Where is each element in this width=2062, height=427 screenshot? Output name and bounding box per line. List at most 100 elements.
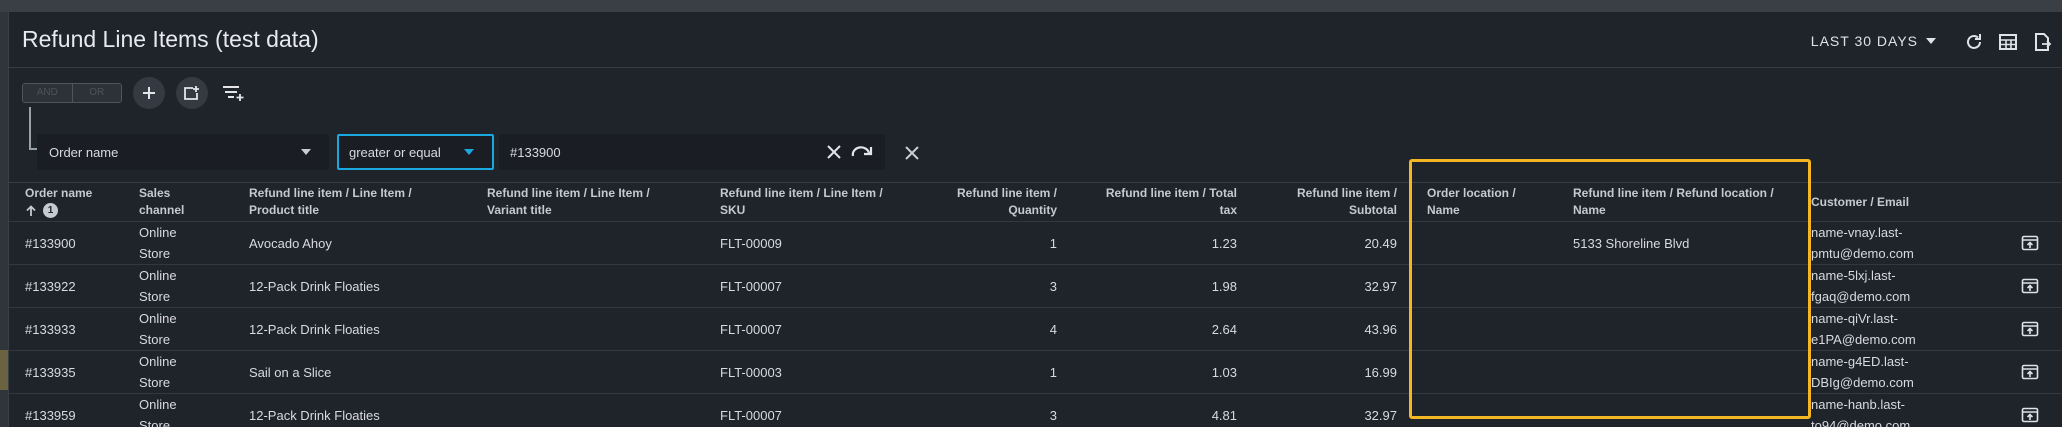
and-or-toggle[interactable]: AND OR <box>22 83 122 103</box>
column-header-label: channel <box>139 203 185 217</box>
column-header-label: Refund line item / Refund location / <box>1573 186 1774 200</box>
cell-customer-email: name-vnay.last-pmtu@demo.com <box>1811 222 1914 264</box>
chevron-down-icon <box>1926 38 1936 44</box>
cell-sales-channel-line: Store <box>139 332 171 347</box>
cell-order-name: #133900 <box>25 236 76 251</box>
cell-sales-channel-line: Online <box>139 354 177 369</box>
cell-total-tax: 4.81 <box>1211 408 1237 423</box>
cell-product-title: 12-Pack Drink Floaties <box>249 408 380 423</box>
cell-sku: FLT-00003 <box>720 365 782 380</box>
column-header-label: Refund line item / Line Item / <box>249 186 412 200</box>
table-row[interactable]: #133933 Online Store 12-Pack Drink Floati… <box>9 308 2062 351</box>
open-record-icon[interactable] <box>2021 406 2039 424</box>
cell-product-title: Sail on a Slice <box>249 365 332 380</box>
column-header-order-location[interactable]: Order location / Name <box>1427 185 1516 219</box>
cell-product-title: 12-Pack Drink Floaties <box>249 279 380 294</box>
background-left-strip <box>0 12 8 427</box>
date-range-label: LAST 30 DAYS <box>1810 33 1918 49</box>
column-header-label: Customer / Email <box>1811 195 1910 209</box>
open-record-icon[interactable] <box>2021 277 2039 295</box>
filter-field-select[interactable]: Order name <box>37 134 329 170</box>
redo-icon[interactable] <box>851 144 873 160</box>
add-filter-group-button[interactable] <box>176 77 208 109</box>
cell-email-line: name-g4ED.last- <box>1811 354 1909 369</box>
cell-sku: FLT-00007 <box>720 279 782 294</box>
filter-settings-icon <box>223 86 244 101</box>
filter-operator-select[interactable]: greater or equal <box>337 134 494 170</box>
column-header-subtotal[interactable]: Refund line item / Subtotal <box>1249 185 1397 219</box>
remove-filter-button[interactable] <box>901 142 923 164</box>
cell-sku: FLT-00007 <box>720 408 782 423</box>
cell-sales-channel: Online Store <box>139 394 177 427</box>
table-row[interactable]: #133959 Online Store 12-Pack Drink Floati… <box>9 394 2062 427</box>
cell-sales-channel: Online Store <box>139 351 177 393</box>
column-header-product-title[interactable]: Refund line item / Line Item / Product t… <box>249 185 412 219</box>
cell-refund-location: 5133 Shoreline Blvd <box>1573 236 1690 251</box>
column-header-customer-email[interactable]: Customer / Email <box>1811 194 1909 211</box>
cell-total-tax: 1.23 <box>1211 236 1237 251</box>
open-record-icon[interactable] <box>2021 234 2039 252</box>
clear-value-icon[interactable] <box>826 144 842 160</box>
column-header-quantity[interactable]: Refund line item / Quantity <box>909 185 1057 219</box>
table-row[interactable]: #133922 Online Store 12-Pack Drink Floati… <box>9 265 2062 308</box>
cell-email-line: DBIg@demo.com <box>1811 375 1914 390</box>
table-columns-icon[interactable] <box>1996 30 2020 54</box>
sort-indicator: 1 <box>25 203 92 218</box>
column-header-label: SKU <box>720 203 746 217</box>
column-header-total-tax[interactable]: Refund line item / Total tax <box>1069 185 1237 219</box>
table-row[interactable]: #133935 Online Store Sail on a Slice FLT-… <box>9 351 2062 394</box>
cell-email-line: name-vnay.last- <box>1811 225 1903 240</box>
arrow-up-icon <box>26 204 36 216</box>
cell-sales-channel-line: Store <box>139 289 171 304</box>
column-header-variant-title[interactable]: Refund line item / Line Item / Variant t… <box>487 185 650 219</box>
open-record-icon[interactable] <box>2021 363 2039 381</box>
cell-order-name: #133959 <box>25 408 76 423</box>
cell-sales-channel-line: Online <box>139 268 177 283</box>
column-header-refund-location[interactable]: Refund line item / Refund location / Nam… <box>1573 185 1774 219</box>
and-option[interactable]: AND <box>23 84 72 102</box>
cell-customer-email: name-g4ED.last- DBIg@demo.com <box>1811 351 1914 393</box>
filter-value-input[interactable]: #133900 <box>499 134 885 170</box>
column-header-sales-channel[interactable]: Sales channel <box>139 185 184 219</box>
cell-email-line: name-hanb.last- <box>1811 397 1905 412</box>
filter-settings-button[interactable] <box>220 80 246 106</box>
cell-subtotal: 43.96 <box>1364 322 1397 337</box>
filter-operator-value: greater or equal <box>349 144 441 160</box>
column-header-sku[interactable]: Refund line item / Line Item / SKU <box>720 185 883 219</box>
cell-email-line: to94@demo.com <box>1811 418 1911 427</box>
column-header-label: Refund line item / Line Item / <box>720 186 883 200</box>
cell-email-line: pmtu@demo.com <box>1811 246 1914 261</box>
cell-sales-channel-line: Store <box>139 246 171 261</box>
column-header-label: tax <box>1219 203 1237 217</box>
cell-sales-channel-line: Online <box>139 311 177 326</box>
open-record-icon[interactable] <box>2021 320 2039 338</box>
cell-order-name: #133922 <box>25 279 76 294</box>
column-header-label: Variant title <box>487 203 552 217</box>
cell-subtotal: 20.49 <box>1364 236 1397 251</box>
cell-quantity: 3 <box>1049 408 1057 423</box>
table-row[interactable]: #133900 Online Store Avocado Ahoy FLT-000… <box>9 222 2062 265</box>
column-header-label: Product title <box>249 203 320 217</box>
column-header-label: Refund line item / Total <box>1105 186 1237 200</box>
cell-subtotal: 32.97 <box>1364 279 1397 294</box>
column-header-label: Refund line item / <box>1296 186 1397 200</box>
cell-total-tax: 1.98 <box>1211 279 1237 294</box>
close-icon <box>905 146 919 160</box>
export-file-icon[interactable] <box>2030 30 2054 54</box>
column-header-label: Quantity <box>1008 203 1057 217</box>
cell-email-line: name-qiVr.last- <box>1811 311 1898 326</box>
cell-customer-email: name-5lxj.last-fgaq@demo.com <box>1811 265 1910 307</box>
column-header-label: Name <box>1573 203 1606 217</box>
cell-quantity: 1 <box>1049 236 1057 251</box>
chevron-down-icon <box>464 149 474 155</box>
cell-customer-email: name-qiVr.last-e1PA@demo.com <box>1811 308 1916 350</box>
data-table: Order name 1 Sales channel Refund line i… <box>9 182 2062 427</box>
cell-quantity: 3 <box>1049 279 1057 294</box>
refresh-icon[interactable] <box>1962 30 1986 54</box>
add-filter-button[interactable] <box>133 77 165 109</box>
date-range-dropdown[interactable]: LAST 30 DAYS <box>1811 33 1936 49</box>
cell-sales-channel-line: Store <box>139 375 171 390</box>
column-header-order-name[interactable]: Order name 1 <box>25 185 92 218</box>
cell-order-name: #133935 <box>25 365 76 380</box>
or-option[interactable]: OR <box>71 84 121 102</box>
